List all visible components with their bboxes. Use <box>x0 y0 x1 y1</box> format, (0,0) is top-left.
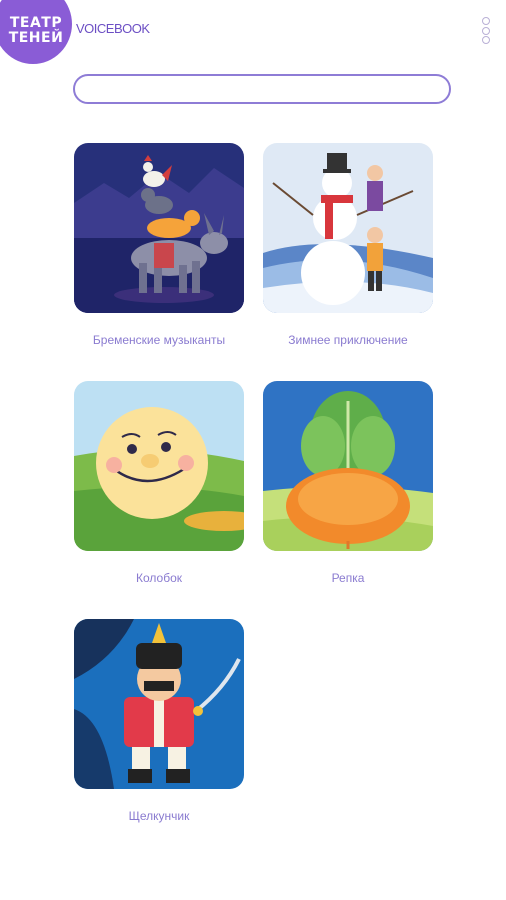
menu-dot <box>482 26 490 35</box>
bremen-musicians-illustration[interactable] <box>74 143 244 313</box>
theatre-logo: ТЕАТР ТЕНЕЙ <box>0 0 72 64</box>
winter-snowman-illustration[interactable] <box>263 143 433 313</box>
menu-dot <box>482 36 490 44</box>
story-title: Щелкунчик <box>128 809 190 823</box>
story-title: Бременские музыканты <box>92 333 226 347</box>
story-card-kolobok[interactable]: Колобок <box>74 381 244 585</box>
story-card-turnip[interactable]: Репка <box>263 381 433 585</box>
story-title: Репка <box>331 571 365 585</box>
story-title: Колобок <box>135 571 182 585</box>
logo-line-2: ТЕНЕЙ <box>8 30 64 46</box>
more-vertical-icon[interactable] <box>479 17 493 47</box>
nutcracker-illustration[interactable] <box>74 619 244 789</box>
search-input[interactable] <box>73 74 451 104</box>
kolobok-illustration[interactable] <box>74 381 244 551</box>
logo-line-1: ТЕАТР <box>9 15 63 31</box>
story-card-nutcracker[interactable]: Щелкунчик <box>74 619 244 823</box>
menu-dot <box>482 17 490 25</box>
turnip-illustration[interactable] <box>263 381 433 551</box>
story-card-winter[interactable]: Зимнее приключение <box>263 143 433 347</box>
brand-wordmark: VOICEBOOK <box>76 21 150 36</box>
story-title: Зимнее приключение <box>288 333 408 347</box>
story-card-bremen[interactable]: Бременские музыканты <box>74 143 244 347</box>
